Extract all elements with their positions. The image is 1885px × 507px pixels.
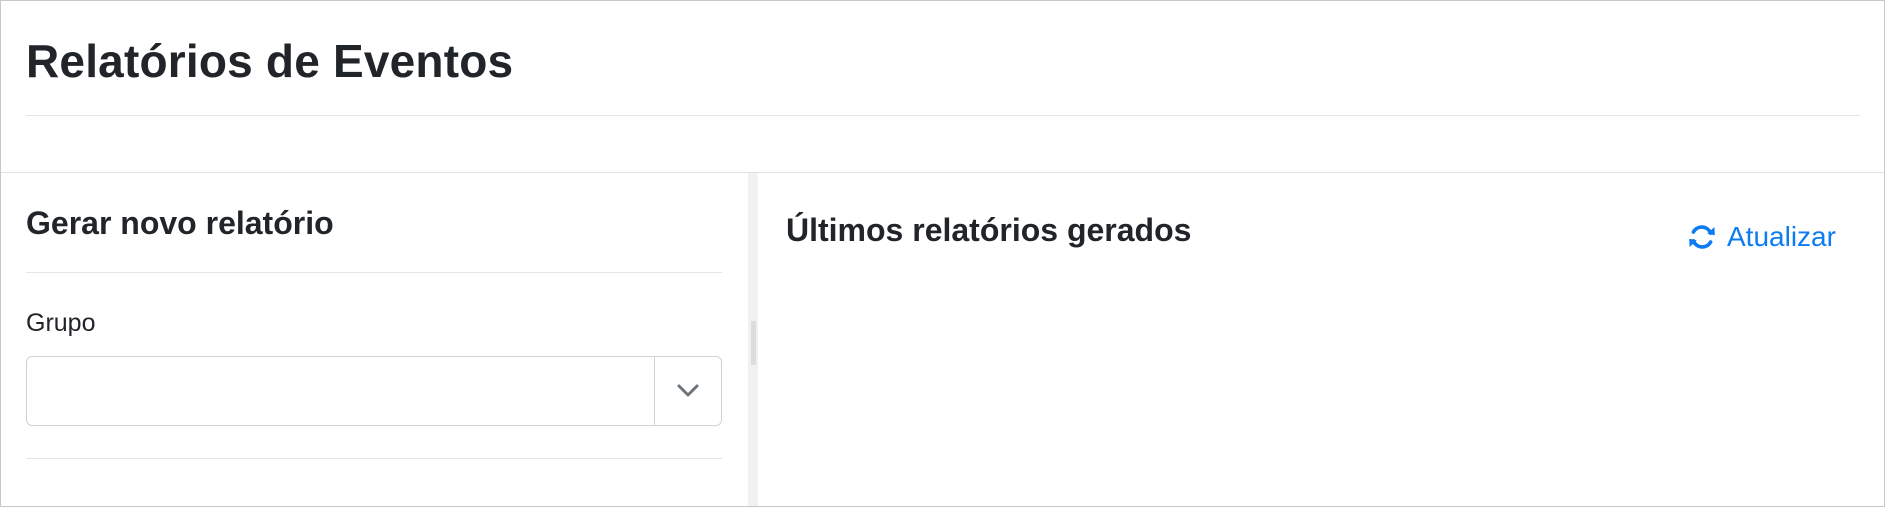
page-header: Relatórios de Eventos [1,1,1884,173]
group-select[interactable] [26,356,722,426]
title-divider [26,115,1860,116]
chevron-down-icon [677,384,699,397]
latest-reports-title: Últimos relatórios gerados [786,212,1192,248]
form-divider [26,458,722,459]
group-select-toggle[interactable] [654,357,721,425]
page-title: Relatórios de Eventos [26,35,514,87]
splitter-handle[interactable] [751,321,756,365]
refresh-label: Atualizar [1727,221,1836,252]
generate-report-title: Gerar novo relatório [26,205,334,241]
panel-splitter[interactable] [748,173,758,506]
generate-report-panel: Gerar novo relatório Grupo [1,173,748,506]
generate-report-divider [26,272,722,273]
refresh-icon [1687,222,1717,252]
group-select-value [43,357,641,425]
refresh-button[interactable]: Atualizar [1687,220,1836,254]
group-label: Grupo [26,309,96,337]
app-window: Relatórios de Eventos Gerar novo relatór… [0,0,1885,507]
latest-reports-panel: Últimos relatórios gerados Atualizar [758,173,1884,506]
